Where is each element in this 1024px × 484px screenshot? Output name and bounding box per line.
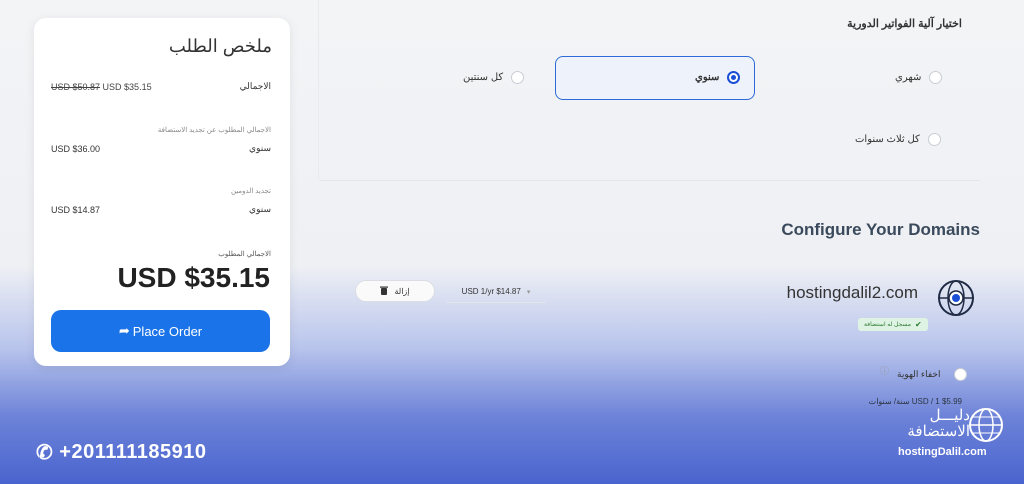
remove-domain-button[interactable]: إزالة [355,280,435,302]
total-value: USD $35.15 [117,262,270,293]
recurring-label: الاجمالي المطلوب عن تجديد الاستضافة [157,127,271,134]
domain-price-select[interactable]: USD 1/yr $14.87 ▾ [446,281,546,303]
radio-button[interactable] [511,71,525,84]
billing-option-triennial[interactable]: كل ثلاث سنوات [855,133,941,146]
domain-name: hostingdalil2.com [786,283,918,302]
subtotal-row: USD $50.87 USD $35.15 الاجمالي [51,81,271,92]
billing-option-label: كل ثلاث سنوات [855,134,920,145]
billing-title: اختيار آلية الفواتير الدورية [847,18,962,30]
logo-text-arabic: دليـــل الاستضافة [907,407,970,440]
status-badge: مسجل له استضافة ✔ [858,318,928,331]
billing-option-label: شهري [895,72,922,83]
billing-option-label: كل سنتين [463,72,504,83]
checkbox[interactable] [954,368,968,381]
logo-globe-icon [969,408,1003,442]
billing-option-yearly[interactable]: سنوي [695,71,741,84]
domain-renew-cycle: سنوي [249,204,271,214]
section-divider [320,180,980,181]
subtotal-old: USD $50.87 [51,81,101,92]
chevron-down-icon: ▾ [526,288,531,296]
arrow-icon: ➦ [118,323,130,338]
check-icon: ✔ [914,320,922,329]
phone-number: +201111185910 [59,441,207,463]
billing-option-label: سنوي [695,72,720,83]
place-order-label: Place Order [132,323,203,339]
summary-title: ملخص الطلب [168,36,272,56]
radio-button-selected[interactable] [727,71,741,84]
total-label: الاجمالي المطلوب [218,251,271,258]
logo-text-english: hostingDalil.com [898,446,987,458]
subtotal-new: USD $35.15 [102,81,152,92]
recurring-row: USD $36.00 سنوي [51,143,271,154]
domain-renew-row: USD $14.87 سنوي [51,204,271,215]
trash-icon [380,286,389,297]
section-divider-vertical [318,0,319,180]
phone-contact[interactable]: ✆ +201111185910 [36,440,207,465]
recurring-value: USD $36.00 [51,143,101,154]
info-icon: ⓘ [880,366,890,376]
domain-renew-value: USD $14.87 [51,204,101,215]
domain-price: USD 1/yr $14.87 [461,287,521,296]
id-protection-option[interactable]: ⓘ اخفاء الهوية [880,366,968,381]
radio-button[interactable] [929,71,943,84]
remove-label: إزالة [394,286,410,296]
recurring-cycle: سنوي [249,143,271,153]
globe-icon [938,280,974,316]
badge-label: مسجل له استضافة [864,322,911,328]
place-order-button[interactable]: ➦ Place Order [51,310,270,352]
phone-icon: ✆ [36,442,54,464]
id-protection-price: USD / 1 $5.99 سنة/ سنوات [868,397,962,406]
subtotal-label: الاجمالي [239,81,271,91]
configure-domains-title: Configure Your Domains [781,220,980,239]
order-summary-card: ملخص الطلب USD $50.87 USD $35.15 الاجمال… [34,18,290,366]
id-protection-label: اخفاء الهوية [897,369,941,379]
billing-option-biennial[interactable]: كل سنتين [463,71,525,84]
radio-button[interactable] [927,133,941,146]
billing-option-monthly[interactable]: شهري [895,71,943,84]
domain-renew-label: تجديد الدومين [230,188,271,195]
